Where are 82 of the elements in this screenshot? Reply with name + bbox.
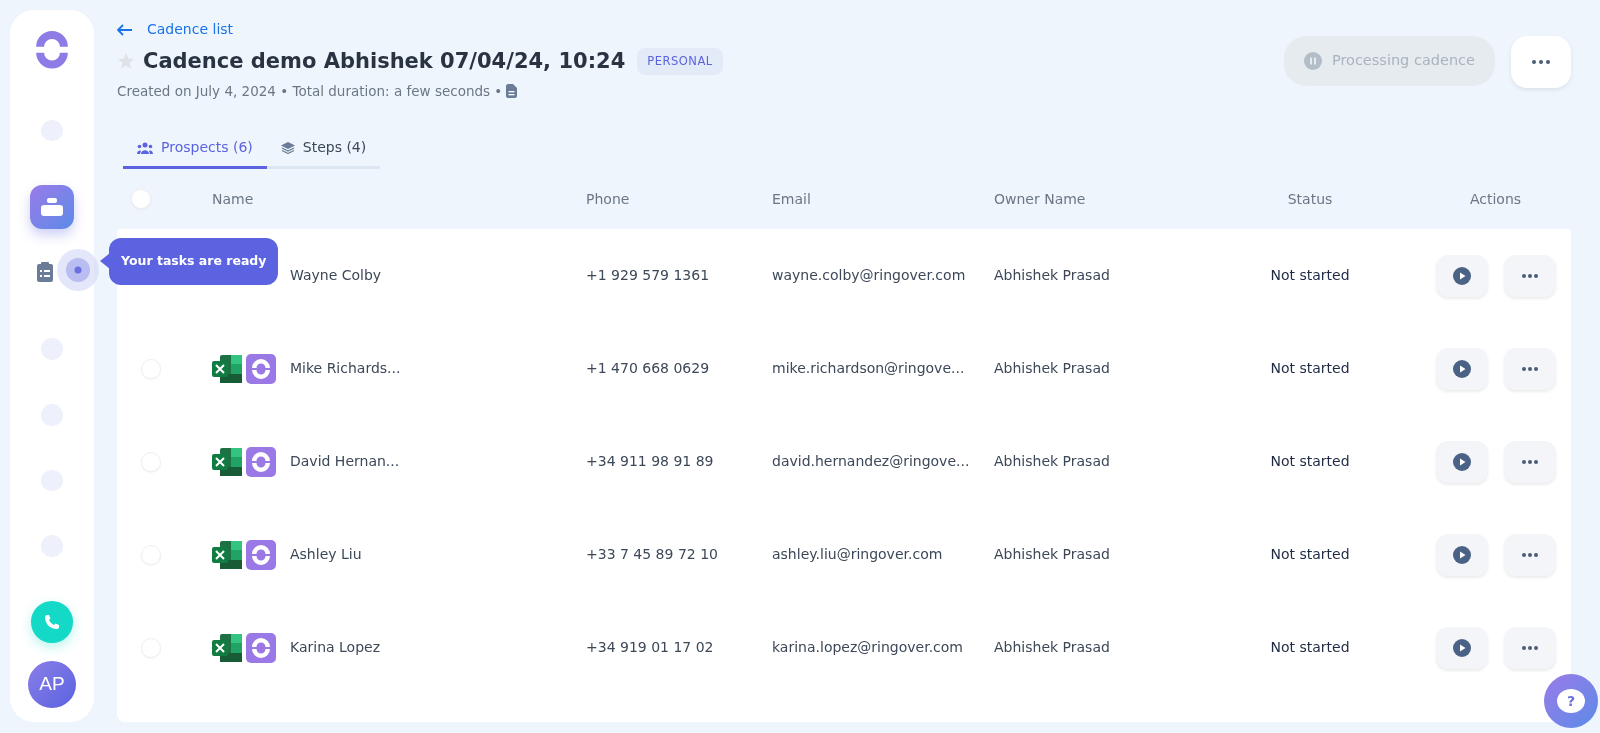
column-header: Owner Name <box>994 190 1086 207</box>
more-icon <box>1521 273 1538 278</box>
phone-number: +34 911 98 91 89 <box>586 453 714 470</box>
email-address: wayne.colby@ringover.com <box>772 267 966 284</box>
people-icon <box>137 141 153 154</box>
select-all-checkbox[interactable] <box>131 189 151 210</box>
play-icon <box>1452 266 1471 285</box>
more-icon <box>1521 459 1538 464</box>
prospect-name[interactable]: Mike Richards... <box>290 358 401 380</box>
column-header: Phone <box>586 190 630 207</box>
more-options-button[interactable] <box>1503 347 1556 390</box>
owner-name: Abhishek Prasad <box>994 360 1110 377</box>
more-options-button[interactable] <box>1511 36 1571 88</box>
play-button[interactable] <box>1435 626 1488 669</box>
prospect-name[interactable]: Karina Lopez <box>290 637 381 659</box>
phone-button[interactable] <box>31 601 73 643</box>
app-logo-icon <box>246 539 276 570</box>
status-text: Not started <box>1270 453 1350 470</box>
help-chat-button[interactable]: ? <box>1544 674 1598 728</box>
app-logo-icon <box>246 446 276 477</box>
column-header: Status <box>1287 190 1333 207</box>
spreadsheet-icon <box>212 633 242 662</box>
email-address: karina.lopez@ringover.com <box>772 639 963 656</box>
play-icon <box>1452 359 1471 378</box>
owner-name: Abhishek Prasad <box>994 639 1110 656</box>
prospect-name[interactable]: David Hernan... <box>290 451 400 473</box>
phone-number: +34 919 01 17 02 <box>586 639 714 656</box>
document-icon <box>506 84 518 99</box>
play-button[interactable] <box>1435 254 1488 297</box>
status-text: Not started <box>1270 546 1350 563</box>
spreadsheet-icon <box>212 354 242 383</box>
pause-icon <box>1303 52 1322 70</box>
owner-name: Abhishek Prasad <box>994 453 1110 470</box>
pulse-dot-icon <box>56 248 100 292</box>
email-address: david.hernandez@ringove... <box>772 453 970 470</box>
play-button[interactable] <box>1435 347 1488 390</box>
play-button[interactable] <box>1435 440 1488 483</box>
play-icon <box>1452 638 1471 657</box>
column-header: Actions <box>1469 190 1522 207</box>
more-icon <box>1532 60 1550 64</box>
app-logo-icon <box>246 632 276 663</box>
phone-number: +1 929 579 1361 <box>586 267 710 284</box>
column-header: Email <box>772 190 811 207</box>
play-button[interactable] <box>1435 533 1488 576</box>
app-logo-icon <box>246 353 276 384</box>
spreadsheet-icon <box>212 447 242 476</box>
more-options-button[interactable] <box>1503 254 1556 297</box>
more-options-button[interactable] <box>1503 533 1556 576</box>
phone-number: +33 7 45 89 72 10 <box>586 546 718 563</box>
back-arrow-icon <box>117 23 133 36</box>
prospect-name[interactable]: Wayne Colby <box>290 265 382 287</box>
owner-name: Abhishek Prasad <box>994 267 1110 284</box>
clipboard-icon <box>36 261 54 284</box>
owner-name: Abhishek Prasad <box>994 546 1110 563</box>
cadence-meta: Created on July 4, 2024 • Total duration: a few seconds • <box>117 82 503 101</box>
status-text: Not started <box>1270 267 1350 284</box>
personal-tag: PERSONAL <box>637 47 723 75</box>
column-header: Name <box>212 190 254 207</box>
more-options-button[interactable] <box>1503 440 1556 483</box>
layers-icon <box>280 141 295 154</box>
play-icon <box>1452 545 1471 564</box>
phone-icon <box>43 612 61 631</box>
phone-number: +1 470 668 0629 <box>586 360 710 377</box>
tooltip-arrow-icon <box>100 253 110 269</box>
status-text: Not started <box>1270 360 1350 377</box>
spreadsheet-icon <box>212 540 242 569</box>
email-address: ashley.liu@ringover.com <box>772 546 943 563</box>
more-options-button[interactable] <box>1503 626 1556 669</box>
email-address: mike.richardson@ringove... <box>772 360 965 377</box>
more-icon <box>1521 552 1538 557</box>
prospect-name[interactable]: Ashley Liu <box>290 544 362 566</box>
stack-icon <box>40 197 64 217</box>
back-link[interactable]: Cadence list <box>117 19 234 40</box>
more-icon <box>1521 366 1538 371</box>
stack-nav-button[interactable] <box>30 185 74 229</box>
cadence-title: Cadence demo Abhishek 07/04/24, 10:24 <box>143 47 626 75</box>
user-avatar[interactable]: AP <box>28 660 76 709</box>
more-icon <box>1521 645 1538 650</box>
play-icon <box>1452 452 1471 471</box>
tab[interactable]: Steps (4) <box>266 129 381 170</box>
tab[interactable]: Prospects (6) <box>123 129 267 170</box>
status-text: Not started <box>1270 639 1350 656</box>
